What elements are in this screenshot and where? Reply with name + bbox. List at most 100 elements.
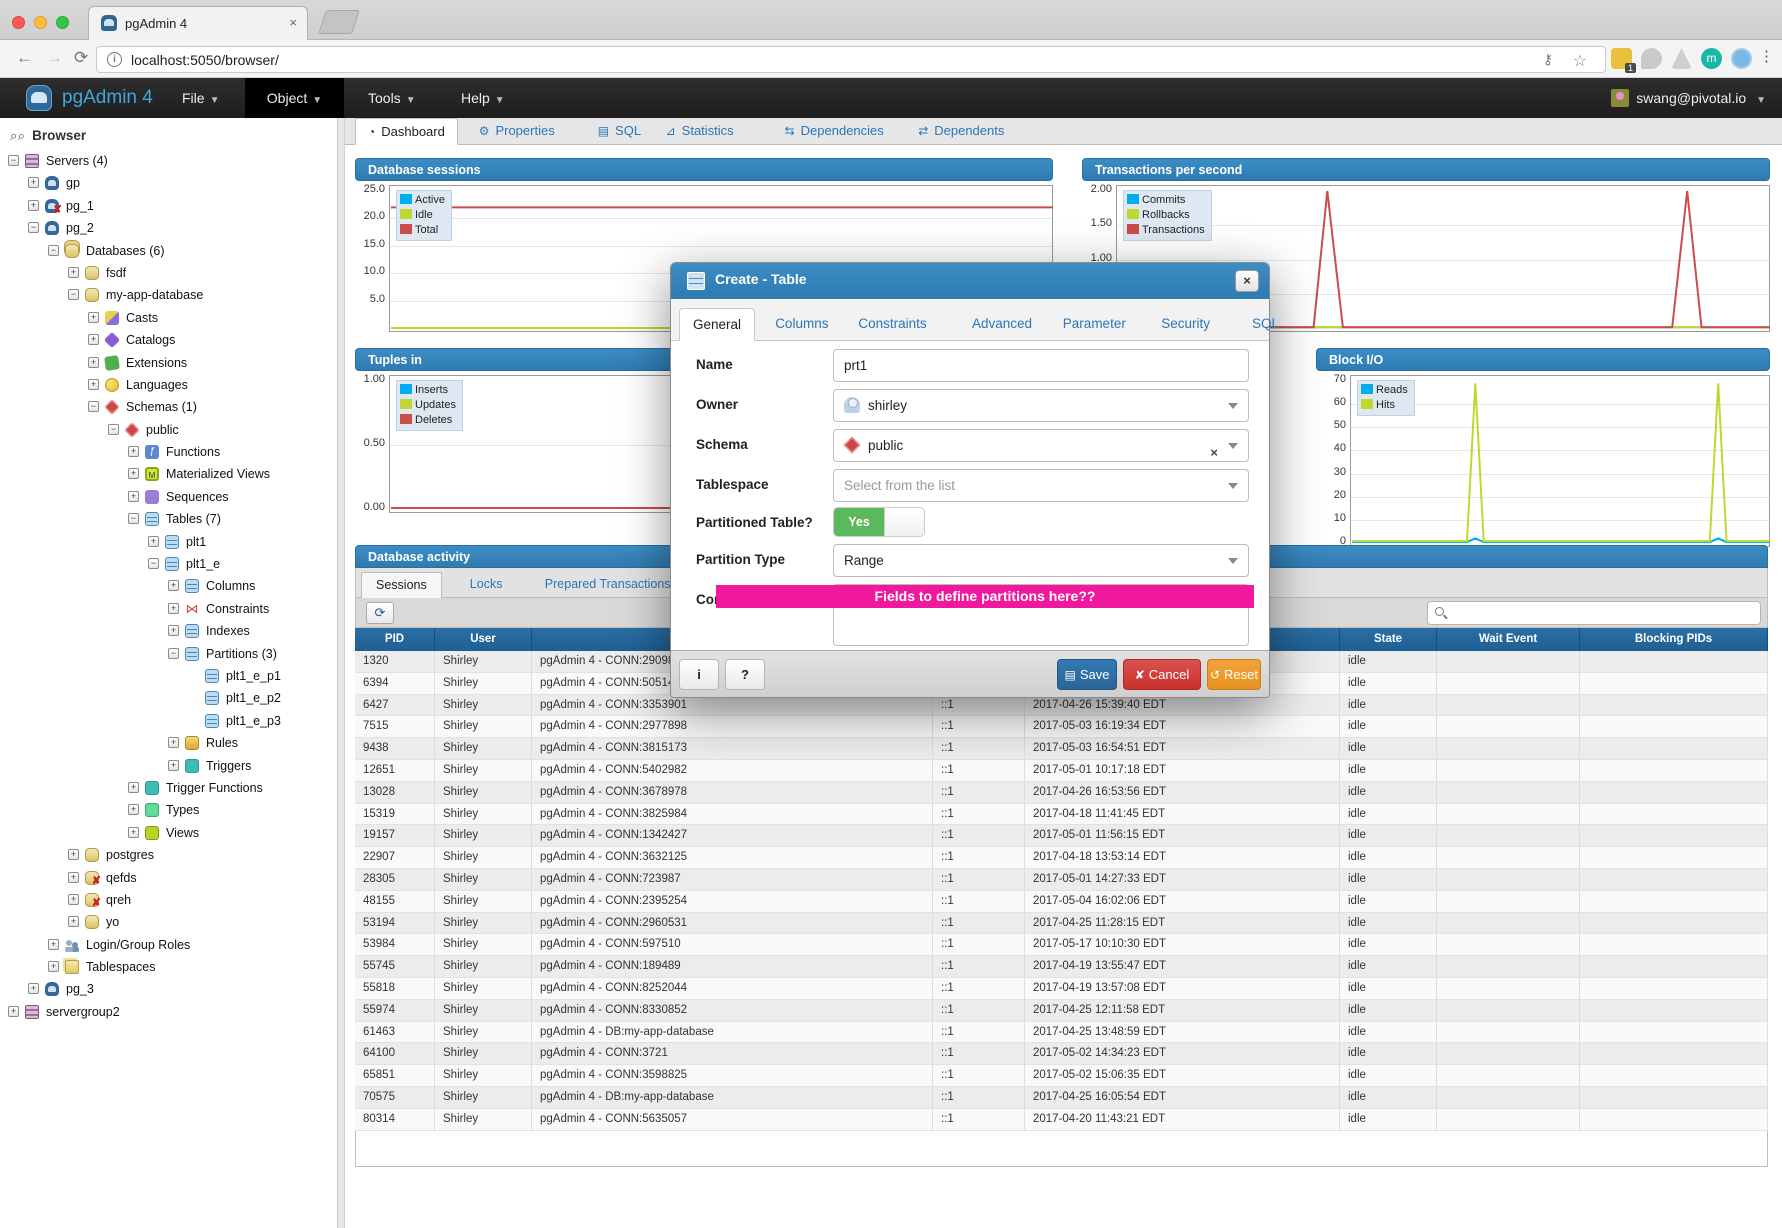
tree-item-plt1-e-p1[interactable]: plt1_e_p1: [0, 665, 338, 687]
expand-icon[interactable]: +: [128, 782, 139, 793]
expand-icon[interactable]: +: [48, 961, 59, 972]
tree-item-indexes[interactable]: +Indexes: [0, 620, 338, 642]
bookmark-star-icon[interactable]: ☆: [1573, 51, 1587, 71]
chevron-down-icon[interactable]: [1228, 558, 1238, 564]
tab-properties[interactable]: ⚙Properties: [467, 118, 567, 145]
collapse-icon[interactable]: −: [68, 289, 79, 300]
table-row[interactable]: 64100ShirleypgAdmin 4 - CONN:3721::12017…: [355, 1043, 1768, 1065]
tree-item-languages[interactable]: +Languages: [0, 374, 338, 396]
table-row[interactable]: 55745ShirleypgAdmin 4 - CONN:189489::120…: [355, 956, 1768, 978]
activity-tab-locks[interactable]: Locks: [456, 572, 517, 598]
help-button[interactable]: ?: [725, 659, 765, 690]
menu-help[interactable]: Help▼: [439, 78, 527, 118]
expand-icon[interactable]: +: [68, 872, 79, 883]
menu-object[interactable]: Object▼: [245, 78, 344, 118]
tab-dependencies[interactable]: ⇆Dependencies: [773, 118, 896, 145]
tree-item-extensions[interactable]: +Extensions: [0, 352, 338, 374]
tree-item-my-app-database[interactable]: −my-app-database: [0, 284, 338, 306]
activity-tab-sessions[interactable]: Sessions: [361, 572, 442, 598]
schema-select[interactable]: public ×: [833, 429, 1249, 462]
menu-tools[interactable]: Tools▼: [346, 78, 438, 118]
column-header-wait-event[interactable]: Wait Event: [1437, 628, 1580, 651]
tree-item-qefds[interactable]: +qefds: [0, 867, 338, 889]
dialog-header[interactable]: Create - Table: [671, 263, 1269, 299]
expand-icon[interactable]: +: [28, 177, 39, 188]
tree-item-columns[interactable]: +Columns: [0, 575, 338, 597]
tab-statistics[interactable]: ⊿Statistics: [654, 118, 746, 145]
table-row[interactable]: 61463ShirleypgAdmin 4 - DB:my-app-databa…: [355, 1022, 1768, 1044]
expand-icon[interactable]: +: [168, 625, 179, 636]
expand-icon[interactable]: +: [68, 894, 79, 905]
tree-item-functions[interactable]: +Functions: [0, 441, 338, 463]
tree-item-catalogs[interactable]: +Catalogs: [0, 329, 338, 351]
table-row[interactable]: 53194ShirleypgAdmin 4 - CONN:2960531::12…: [355, 913, 1768, 935]
tree-item-servers-4-[interactable]: −Servers (4): [0, 150, 338, 172]
tree-item-triggers[interactable]: +Triggers: [0, 755, 338, 777]
refresh-button[interactable]: ⟳: [366, 602, 394, 624]
expand-icon[interactable]: +: [168, 737, 179, 748]
tree-item-tablespaces[interactable]: +Tablespaces: [0, 956, 338, 978]
save-button[interactable]: ▤Save: [1057, 659, 1117, 690]
column-header-state[interactable]: State: [1340, 628, 1437, 651]
extension-icon-2[interactable]: [1641, 48, 1662, 69]
chevron-down-icon[interactable]: [1228, 483, 1238, 489]
expand-icon[interactable]: +: [8, 1006, 19, 1017]
tree-item-yo[interactable]: +yo: [0, 911, 338, 933]
tree-item-public[interactable]: −public: [0, 419, 338, 441]
tree-item-servergroup2[interactable]: +servergroup2: [0, 1001, 338, 1023]
menu-file[interactable]: File▼: [160, 78, 241, 118]
tree-item-pg-2[interactable]: −pg_2: [0, 217, 338, 239]
tree-item-trigger-functions[interactable]: +Trigger Functions: [0, 777, 338, 799]
collapse-icon[interactable]: −: [148, 558, 159, 569]
zoom-window-button[interactable]: [56, 16, 69, 29]
tree-item-postgres[interactable]: +postgres: [0, 844, 338, 866]
tab-dependents[interactable]: ⇄Dependents: [906, 118, 1016, 145]
chevron-down-icon[interactable]: [1228, 403, 1238, 409]
column-header-pid[interactable]: PID: [355, 628, 435, 651]
expand-icon[interactable]: +: [128, 446, 139, 457]
extension-icon-1[interactable]: 1: [1611, 48, 1632, 69]
new-tab-button[interactable]: [318, 10, 360, 34]
collapse-icon[interactable]: −: [8, 155, 19, 166]
sidebar-splitter[interactable]: [338, 118, 345, 1228]
dialog-tab-constraints[interactable]: Constraints: [845, 308, 939, 341]
dialog-tab-general[interactable]: General: [679, 308, 755, 341]
owner-select[interactable]: shirley: [833, 389, 1249, 422]
expand-icon[interactable]: +: [128, 804, 139, 815]
table-row[interactable]: 9438ShirleypgAdmin 4 - CONN:3815173::120…: [355, 738, 1768, 760]
expand-icon[interactable]: +: [128, 827, 139, 838]
table-row[interactable]: 28305ShirleypgAdmin 4 - CONN:723987::120…: [355, 869, 1768, 891]
collapse-icon[interactable]: −: [28, 222, 39, 233]
table-row[interactable]: 13028ShirleypgAdmin 4 - CONN:3678978::12…: [355, 782, 1768, 804]
expand-icon[interactable]: +: [128, 468, 139, 479]
cancel-button[interactable]: ✘Cancel: [1123, 659, 1201, 690]
tree-item-types[interactable]: +Types: [0, 799, 338, 821]
name-input[interactable]: prt1: [833, 349, 1249, 382]
dialog-tab-columns[interactable]: Columns: [762, 308, 841, 341]
extension-icon-5[interactable]: [1731, 48, 1752, 69]
extension-icon-4[interactable]: m: [1701, 48, 1722, 69]
expand-icon[interactable]: +: [168, 580, 179, 591]
dialog-close-button[interactable]: ×: [1235, 270, 1259, 292]
table-row[interactable]: 12651ShirleypgAdmin 4 - CONN:5402982::12…: [355, 760, 1768, 782]
table-row[interactable]: 22907ShirleypgAdmin 4 - CONN:3632125::12…: [355, 847, 1768, 869]
user-menu[interactable]: swang@pivotal.io ▼: [1611, 78, 1766, 118]
browser-menu-icon[interactable]: ⋮: [1759, 47, 1774, 65]
browser-tab[interactable]: pgAdmin 4 ×: [88, 6, 308, 40]
expand-icon[interactable]: +: [28, 200, 39, 211]
expand-icon[interactable]: +: [88, 379, 99, 390]
tree-item-views[interactable]: +Views: [0, 822, 338, 844]
expand-icon[interactable]: +: [168, 603, 179, 614]
dialog-tab-security[interactable]: Security: [1148, 308, 1223, 341]
extension-icon-3[interactable]: [1671, 48, 1692, 69]
tree-item-gp[interactable]: +gp: [0, 172, 338, 194]
collapse-icon[interactable]: −: [108, 424, 119, 435]
page-info-icon[interactable]: i: [107, 52, 122, 67]
tree-item-plt1-e-p2[interactable]: plt1_e_p2: [0, 687, 338, 709]
collapse-icon[interactable]: −: [48, 245, 59, 256]
activity-tab-prepared-transactions[interactable]: Prepared Transactions: [531, 572, 685, 598]
expand-icon[interactable]: +: [88, 312, 99, 323]
tree-item-partitions-3-[interactable]: −Partitions (3): [0, 643, 338, 665]
tablespace-select[interactable]: Select from the list: [833, 469, 1249, 502]
table-row[interactable]: 48155ShirleypgAdmin 4 - CONN:2395254::12…: [355, 891, 1768, 913]
